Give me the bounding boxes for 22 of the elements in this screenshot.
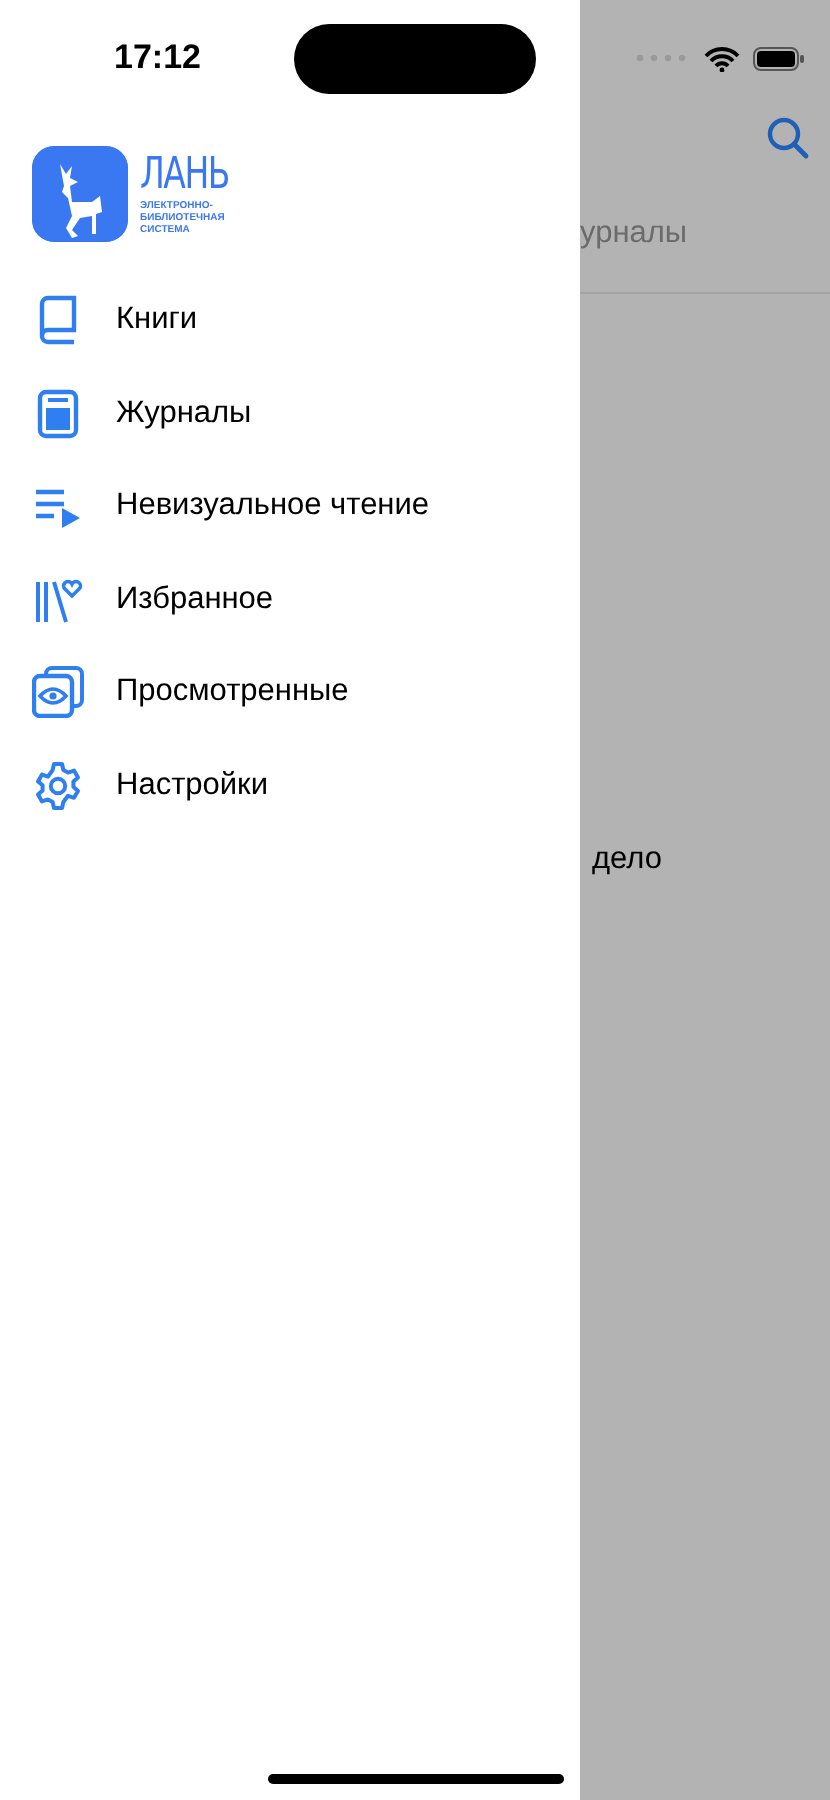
wifi-icon xyxy=(704,45,740,71)
viewed-icon xyxy=(32,666,84,719)
menu-item-label: Избранное xyxy=(116,581,274,618)
magazine-icon xyxy=(32,387,84,440)
menu-item-label: Настройки xyxy=(116,767,269,804)
menu-item[interactable]: Невизуальное чтение xyxy=(0,460,580,553)
settings-icon xyxy=(32,759,84,812)
status-time: 17:12 xyxy=(114,38,201,78)
search-icon[interactable] xyxy=(766,116,810,160)
content-text: дело xyxy=(590,842,664,878)
logo-title: ЛАНЬ xyxy=(140,152,229,200)
menu-item-label: Журналы xyxy=(116,395,252,432)
menu-item[interactable]: Избранное xyxy=(0,553,580,646)
menu-item[interactable]: Книги xyxy=(0,274,580,367)
menu-item[interactable]: Журналы xyxy=(0,367,580,460)
menu-item-label: Книги xyxy=(116,302,198,339)
menu-item[interactable]: Настройки xyxy=(0,739,580,832)
menu-item-label: Просмотренные xyxy=(116,674,349,711)
deer-logo-icon xyxy=(32,146,128,242)
menu-item-label: Невизуальное чтение xyxy=(116,488,430,525)
battery-icon xyxy=(752,45,806,71)
menu-item[interactable]: Просмотренные xyxy=(0,646,580,739)
